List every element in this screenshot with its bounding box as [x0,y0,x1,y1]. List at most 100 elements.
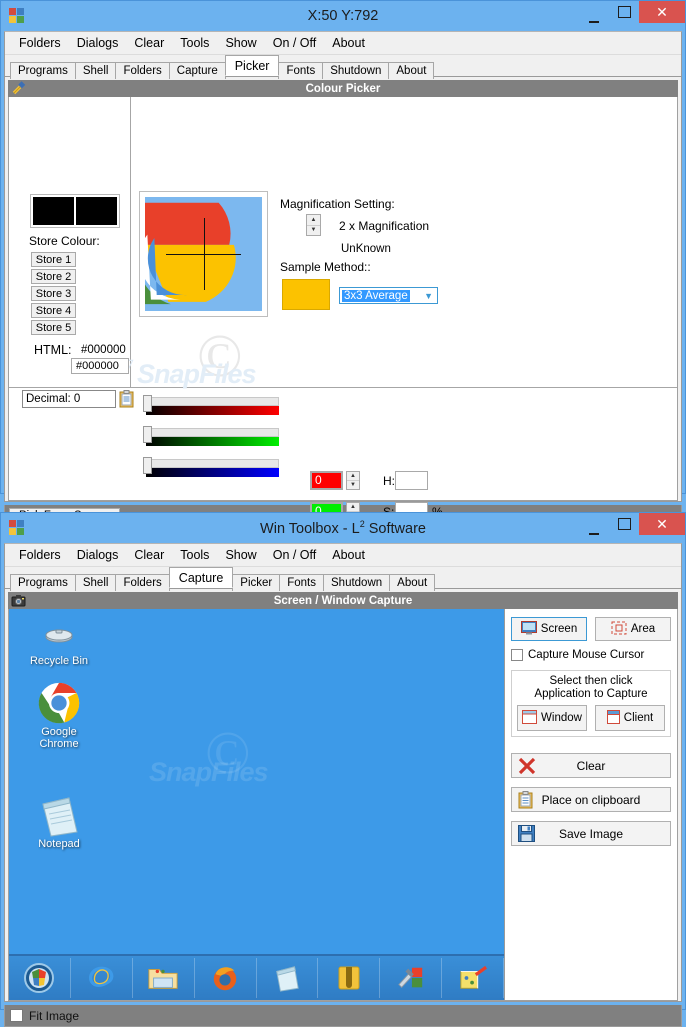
tab-shell[interactable]: Shell [74,574,117,591]
tab-programs[interactable]: Programs [10,62,76,79]
blue-slider[interactable] [143,457,279,479]
taskbar-notepad[interactable] [257,958,319,998]
menu-dialogs[interactable]: Dialogs [69,546,127,564]
menu-tools[interactable]: Tools [172,34,217,52]
taskbar-paint[interactable] [442,958,504,998]
fit-image-checkbox[interactable] [10,1009,23,1022]
tab-folders[interactable]: Folders [115,574,170,591]
maximize-button[interactable] [609,513,639,535]
clear-button[interactable]: Clear [511,753,671,778]
swatch-previous [33,197,74,225]
menu-folders[interactable]: Folders [11,34,69,52]
checkbox-box[interactable] [511,649,523,661]
html-input[interactable]: #000000 [71,358,129,374]
sample-method-value: 3x3 Average [342,289,410,302]
close-button[interactable]: ✕ [639,513,685,535]
green-stepper-up-icon[interactable]: ▲ [347,503,359,512]
menu-clear[interactable]: Clear [126,546,172,564]
chevron-down-icon[interactable]: ▼ [424,291,433,301]
magnifier-preview[interactable] [139,191,268,317]
group-title: Select then click Application to Capture [517,675,665,701]
window-icon [522,709,538,727]
save-image-button[interactable]: Save Image [511,821,671,846]
menu-on-off[interactable]: On / Off [265,34,325,52]
tab-fonts[interactable]: Fonts [278,62,324,79]
stepper-up-icon[interactable]: ▲ [307,215,320,226]
magnification-stepper[interactable]: ▲ ▼ [306,214,321,236]
client-capture-button[interactable]: Client [595,705,665,731]
sample-method-dropdown[interactable]: 3x3 Average ▼ [339,287,438,304]
capture-titlebar[interactable]: Win Toolbox - L2 Software ✕ [1,513,685,543]
red-row: 0 ▲ ▼ H: [9,395,677,490]
menu-show[interactable]: Show [217,34,264,52]
tab-shell[interactable]: Shell [74,62,117,79]
maximize-button[interactable] [609,1,639,23]
taskbar-winrar[interactable] [318,958,381,998]
minimize-button[interactable] [579,513,609,541]
taskbar-file-explorer[interactable] [133,958,195,998]
picker-titlebar[interactable]: X:50 Y:792 ✕ [1,1,685,31]
blue-gradient [146,468,279,477]
desktop-icon-label-line2: Chrome [39,738,79,750]
place-on-clipboard-button[interactable]: Place on clipboard [511,787,671,812]
store-4-button[interactable]: Store 4 [31,303,76,318]
taskbar-firefox[interactable] [195,958,257,998]
capture-title-main: Win Toolbox - L [260,520,360,537]
fit-image-label: Fit Image [29,1008,80,1023]
blue-thumb[interactable] [143,457,152,474]
store-5-button[interactable]: Store 5 [31,320,76,335]
taskbar-start-orb[interactable] [9,958,71,998]
area-capture-button[interactable]: Area [595,617,671,641]
tab-shutdown[interactable]: Shutdown [323,574,391,591]
tab-folders[interactable]: Folders [115,62,170,79]
green-thumb[interactable] [143,426,152,443]
menu-folders[interactable]: Folders [11,546,69,564]
window-button-label: Window [541,712,582,724]
menu-dialogs[interactable]: Dialogs [69,34,127,52]
capture-mouse-cursor-checkbox[interactable]: Capture Mouse Cursor [511,649,671,661]
store-2-button[interactable]: Store 2 [31,269,76,284]
stepper-down-icon[interactable]: ▼ [307,226,320,236]
menu-about[interactable]: About [324,34,373,52]
tab-programs[interactable]: Programs [10,574,76,591]
taskbar-control-panel[interactable] [380,958,443,998]
tab-capture[interactable]: Capture [168,567,234,588]
screen-capture-button[interactable]: Screen [511,617,587,641]
tab-picker[interactable]: Picker [232,574,281,591]
tab-fonts[interactable]: Fonts [279,574,324,591]
tab-about[interactable]: About [388,62,435,79]
eyedropper-icon [11,80,27,96]
capture-section-header: Screen / Window Capture [8,592,678,609]
desktop-icon-google-chrome[interactable]: Google Chrome [24,682,94,750]
menu-on-off[interactable]: On / Off [265,546,325,564]
menu-about[interactable]: About [324,546,373,564]
picker-window-buttons: ✕ [579,1,685,31]
menu-tools[interactable]: Tools [172,546,217,564]
tab-capture[interactable]: Capture [168,62,226,79]
green-slider[interactable] [143,426,279,448]
menu-clear[interactable]: Clear [126,34,172,52]
window-capture-button[interactable]: Window [517,705,587,731]
google-chrome-icon [24,682,94,726]
tab-about[interactable]: About [389,574,436,591]
tab-picker[interactable]: Picker [224,55,280,76]
menu-show[interactable]: Show [217,546,264,564]
app-palette-icon [9,8,27,26]
picker-panel: © ▽ SnapFiles Store Colour: Store 1 Stor… [8,97,678,552]
clipboard-button-label: Place on clipboard [541,792,641,807]
red-slider[interactable] [143,395,279,417]
desktop-icon-recycle-bin[interactable]: Recycle Bin [24,611,94,667]
desktop-icon-label: Notepad [38,838,80,850]
monitor-icon [520,620,537,638]
green-track [146,428,279,437]
desktop-icon-notepad[interactable]: Notepad [24,794,94,850]
captured-desktop-preview[interactable]: © SnapFiles Recycle Bin Google Chrome No… [9,609,505,1000]
tab-shutdown[interactable]: Shutdown [322,62,390,79]
red-thumb[interactable] [143,395,152,412]
close-button[interactable]: ✕ [639,1,685,23]
store-1-button[interactable]: Store 1 [31,252,76,267]
minimize-button[interactable] [579,1,609,29]
desktop-icon-label-line1: Google [41,726,77,738]
taskbar-internet-explorer[interactable] [71,958,133,998]
store-3-button[interactable]: Store 3 [31,286,76,301]
